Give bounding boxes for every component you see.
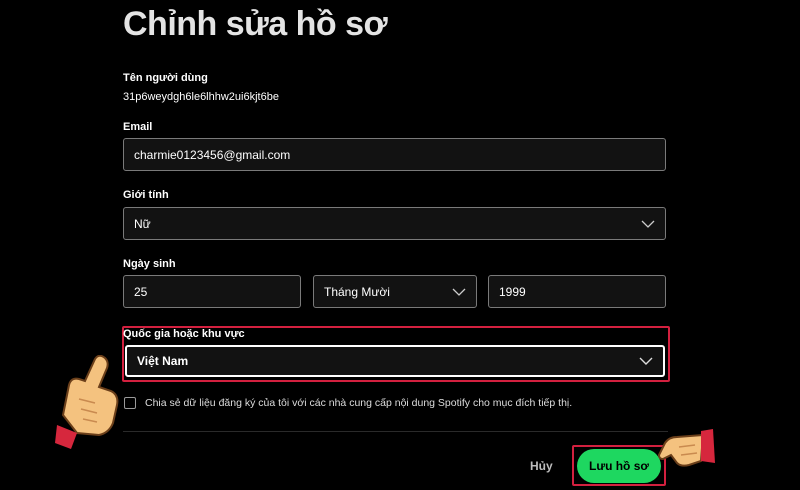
country-select-value: Việt Nam: [137, 354, 189, 368]
birthday-year-input[interactable]: 1999: [488, 275, 666, 308]
country-label: Quốc gia hoặc khu vực: [123, 328, 245, 340]
gender-label: Giới tính: [123, 189, 169, 201]
chevron-down-icon: [452, 288, 466, 296]
edit-profile-page: Chỉnh sửa hồ sơ Tên người dùng 31p6weydg…: [0, 0, 800, 490]
birthday-day-input[interactable]: 25: [123, 275, 301, 308]
pointing-hand-icon: [55, 355, 119, 449]
page-title: Chỉnh sửa hồ sơ: [123, 5, 388, 43]
username-label: Tên người dùng: [123, 72, 208, 84]
pointing-hand-icon: [657, 429, 715, 467]
birthday-year-value: 1999: [499, 284, 526, 299]
email-field-value: charmie0123456@gmail.com: [134, 147, 291, 162]
birthday-label: Ngày sinh: [123, 258, 176, 270]
gender-select-value: Nữ: [134, 216, 151, 231]
birthday-month-select[interactable]: Tháng Mười: [313, 275, 477, 308]
gender-select[interactable]: Nữ: [123, 207, 666, 240]
cancel-button[interactable]: Hủy: [530, 459, 553, 473]
share-data-checkbox[interactable]: [124, 397, 136, 409]
email-label: Email: [123, 121, 153, 133]
email-field[interactable]: charmie0123456@gmail.com: [123, 138, 666, 171]
birthday-month-value: Tháng Mười: [324, 284, 390, 299]
divider: [123, 431, 668, 432]
save-profile-button[interactable]: Lưu hồ sơ: [577, 449, 661, 483]
username-value: 31p6weydgh6le6lhhw2ui6kjt6be: [123, 91, 279, 103]
country-select[interactable]: Việt Nam: [125, 345, 665, 377]
share-data-label: Chia sẻ dữ liệu đăng ký của tôi với các …: [145, 397, 573, 409]
chevron-down-icon: [641, 220, 655, 228]
birthday-day-value: 25: [134, 284, 148, 299]
chevron-down-icon: [639, 357, 653, 365]
